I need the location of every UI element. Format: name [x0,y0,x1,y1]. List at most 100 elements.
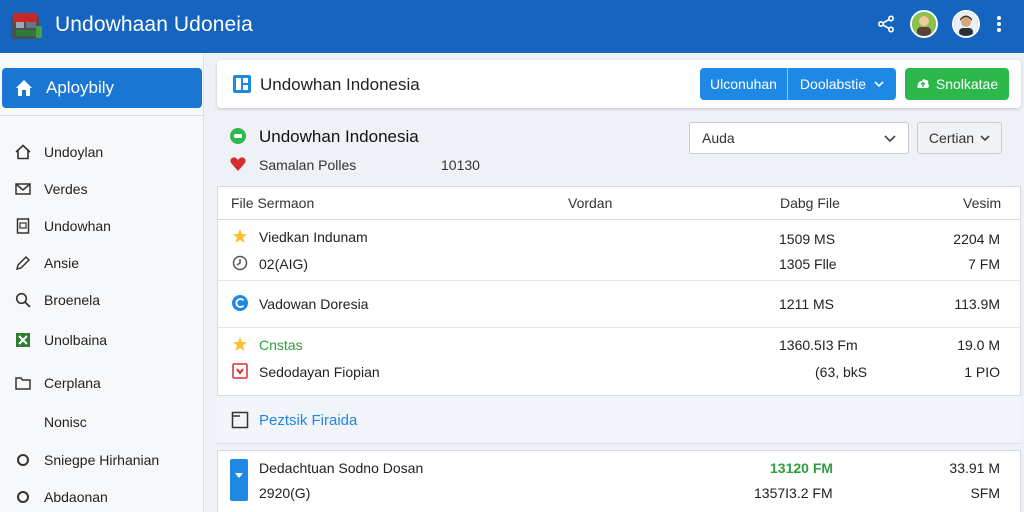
certian-dropdown-button[interactable]: Certian [917,122,1002,154]
home-outline-icon [14,143,32,161]
row-name: Dedachtuan Sodno Dosan [259,460,424,476]
search-icon [14,291,32,309]
sidebar-item-unolbaina[interactable]: Unolbaina [14,331,107,349]
sidebar-item-label: Aploybily [46,78,115,97]
sidebar-divider [0,115,204,116]
file-table-2: Dedachtuan Sodno Dosan 13120 FM 33.91 M … [217,450,1021,512]
upload-icon [917,79,929,88]
sidebar-item-ansie[interactable]: Ansie [14,254,79,272]
certian-label: Certian [928,130,975,146]
envelope-icon [14,180,32,198]
sidebar-item-active[interactable]: Aploybily [2,68,202,108]
sidebar-item-sniegpe[interactable]: Sniegpe Hirhanian [14,451,159,469]
share-icon[interactable] [876,14,896,34]
document-icon [233,75,251,93]
sidebar-item-label: Undoylan [44,144,104,160]
sidebar-item-undoylan[interactable]: Undoylan [14,143,103,161]
row-version: 19.0 M [957,337,1000,353]
section-header[interactable]: Peztsik Firaida [217,396,1021,444]
sidebar-item-label: Broenela [44,292,101,308]
row-size: 1509 MS [779,231,836,247]
star-icon [231,335,249,353]
sidebar-item-abdaonan[interactable]: Abdaonan [14,488,108,506]
home-icon [16,80,32,96]
group-marker [230,459,248,501]
user-avatar-2[interactable] [952,10,980,38]
circle-icon [14,451,32,469]
chevron-down-icon [884,135,896,143]
filter-select-value: Auda [702,130,735,146]
pdf-icon [231,362,249,380]
sidebar-item-undowhan[interactable]: Undowhan [14,217,111,235]
app-title: Undowhaan Udoneia [55,13,253,36]
group-sub-value: 10130 [441,157,480,173]
group-title: Undowhan Indonesia [259,127,419,146]
page-title: Undowhan Indonesia [260,75,420,94]
sidebar: Aploybily Undoylan Verdes Undowhan Ansie… [0,53,204,512]
row-name: Viedkan Indunam [259,229,368,245]
folder-outline-icon [231,411,249,429]
folder-icon [14,374,32,392]
filter-select[interactable]: Auda [689,122,909,154]
row-version: 1 PIO [964,364,1000,380]
column-header-version[interactable]: Vesim [963,195,1001,211]
sidebar-item-cerplana[interactable]: Cerplana [14,374,101,392]
sidebar-item-label: Abdaonan [44,489,108,505]
chevron-down-icon [874,81,884,87]
group-sub-label: Samalan Polles [259,157,357,173]
split-button: Ulconuhan Doolabstie [700,68,896,100]
row-size: 1305 Flle [779,256,837,272]
split-button-primary[interactable]: Ulconuhan [700,68,788,100]
circle-icon [14,488,32,506]
spreadsheet-icon [14,331,32,349]
row-size: 1357I3.2 FM [754,485,833,501]
row-name: Cnstas [259,337,303,353]
row-divider [218,280,1020,281]
split-button-dropdown[interactable]: Doolabstie [788,68,896,100]
sidebar-item-label: Undowhan [44,218,111,234]
file-table: File Sermaon Vordan Dabg File Vesim Vied… [217,186,1021,396]
row-size: 13120 FM [770,460,834,476]
action-button[interactable]: Snolkatae [905,68,1009,100]
clock-icon [231,254,249,272]
row-version: SFM [970,485,1000,501]
row-version: 2204 M [953,231,1000,247]
sidebar-item-label: Ansie [44,255,80,271]
column-header-size[interactable]: Dabg File [780,195,840,211]
sidebar-item-label: Sniegpe Hirhanian [44,452,160,468]
row-name: Vadowan Doresia [259,296,369,312]
row-version: 7 FM [968,256,1000,272]
row-version: 33.91 M [949,460,1000,476]
row-size: (63, bkS [815,364,868,380]
row-size: 1211 MS [779,296,834,312]
top-bar: Undowhaan Udoneia [0,0,1024,53]
app-logo-icon[interactable] [8,8,44,44]
chevron-down-icon [980,135,990,141]
column-header-vordan[interactable]: Vordan [568,195,612,211]
split-button-label: Doolabstie [799,76,867,92]
more-vertical-icon[interactable] [994,14,1004,34]
star-icon [231,227,249,245]
sidebar-item-nonisc[interactable]: Nonisc [14,414,87,430]
row-name: Sedodayan Fiopian [259,364,380,380]
header-divider [218,219,1020,220]
sidebar-item-label: Unolbaina [44,332,108,348]
row-name: 2920(G) [259,485,311,501]
sidebar-item-verdes[interactable]: Verdes [14,180,88,198]
sidebar-item-label: Cerplana [44,375,101,391]
sidebar-item-label: Nonisc [44,414,87,430]
pencil-icon [14,254,32,272]
row-version: 113.9M [954,296,1000,312]
row-divider [218,327,1020,328]
user-avatar-1[interactable] [910,10,938,38]
section-title: Peztsik Firaida [259,412,358,429]
chat-bubble-icon [230,128,246,144]
main-header: Undowhan Indonesia Ulconuhan Doolabstie … [217,60,1021,108]
column-header-file[interactable]: File Sermaon [231,195,314,211]
row-size: 1360.5I3 Fm [779,337,858,353]
row-name: 02(AIG) [259,256,309,272]
file-icon [14,217,32,235]
refresh-icon [231,294,249,312]
heart-icon [230,157,246,171]
sidebar-item-broenela[interactable]: Broenela [14,291,100,309]
